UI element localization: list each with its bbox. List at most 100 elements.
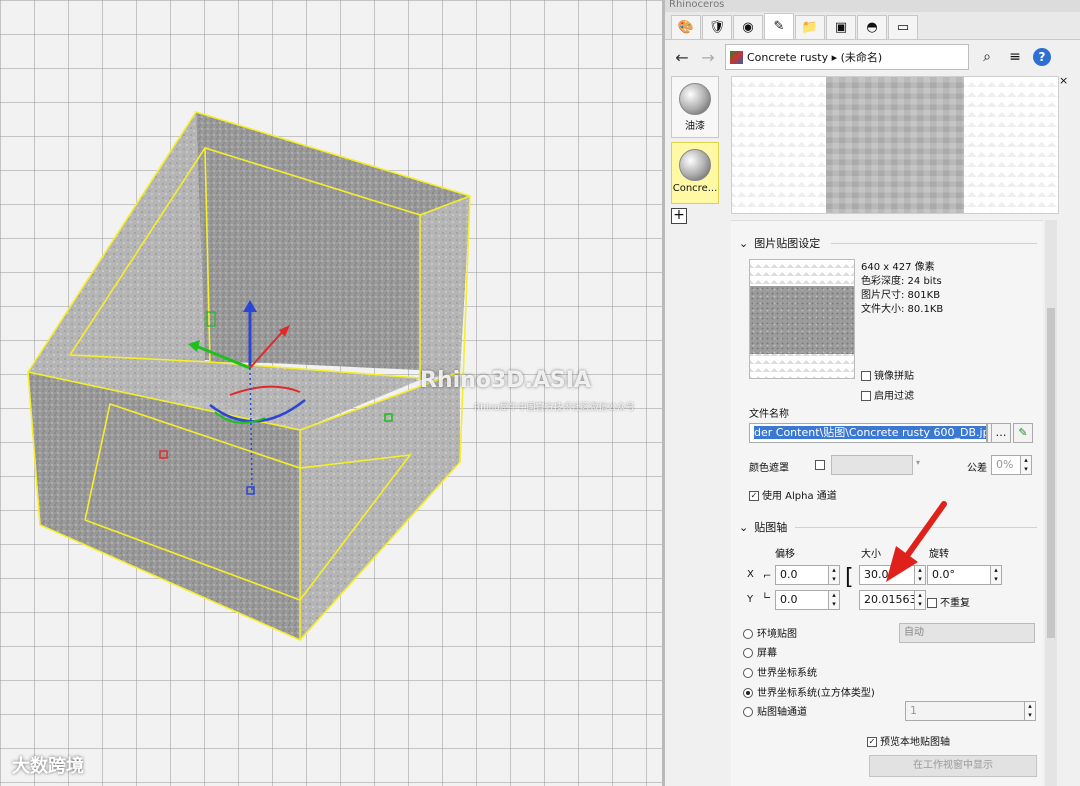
rotation-spinner[interactable]: ▴ ▾ (991, 565, 1002, 585)
alpha-option[interactable]: ✓ 使用 Alpha 通道 (749, 487, 837, 502)
radio-world-cube-option[interactable]: 世界坐标系统(立方体类型) (743, 684, 875, 699)
filter-label: 启用过滤 (874, 391, 914, 402)
offset-y-spinner[interactable]: ▴ ▾ (829, 590, 840, 610)
close-icon[interactable]: × (1059, 74, 1068, 87)
file-name-field[interactable]: der Content\贴图\Concrete rusty 600_DB.jpg (749, 423, 987, 443)
material-icon[interactable]: 🛡 (702, 15, 732, 39)
tolerance-field[interactable]: 0% (991, 455, 1021, 475)
footer-logo: 大数跨境 (12, 756, 84, 777)
no-repeat-label: 不重复 (940, 598, 970, 609)
radio-world-cube[interactable] (743, 688, 753, 698)
radio-world-label: 世界坐标系统 (757, 668, 817, 679)
radio-channel-option[interactable]: 贴图轴通道 (743, 703, 807, 718)
size-x-spinner[interactable]: ▴ ▾ (915, 565, 926, 585)
image-color-depth: 色彩深度: 24 bits (861, 276, 942, 287)
material-panel: Rhinoceros 🎨 🛡 ◉ ✎ 📁 ▣ ◓ ▭ ← → Concrete … (662, 0, 1080, 786)
breadcrumb[interactable]: Concrete rusty ▸ (未命名) (725, 44, 969, 70)
right-wall (420, 196, 470, 380)
nav-bar: ← → Concrete rusty ▸ (未命名) ⌕ ≡ ? (665, 40, 1080, 74)
channel-field[interactable]: 1 (905, 701, 1025, 721)
image-size: 图片尺寸: 801KB (861, 290, 941, 301)
color-mask-checkbox[interactable] (815, 460, 825, 470)
environment-icon[interactable]: ◉ (733, 15, 763, 39)
radio-channel-label: 贴图轴通道 (757, 707, 807, 718)
texture-icon[interactable]: ✎ (764, 13, 794, 39)
color-icon[interactable]: 🎨 (671, 15, 701, 39)
watermark: Rhino3D.ASIA (420, 368, 591, 393)
chevron-down-icon: ⌄ (739, 520, 749, 534)
material-item-paint[interactable]: 油漆 (671, 76, 719, 138)
no-repeat-option[interactable]: 不重复 (927, 594, 970, 609)
radio-env[interactable] (743, 629, 753, 639)
image-section-header[interactable]: ⌄ 图片贴图设定 (739, 235, 820, 251)
material-item-concrete[interactable]: Concre... (671, 142, 719, 204)
material-list: 油漆 Concre... + (671, 76, 725, 224)
offset-x-field[interactable]: 0.0 (775, 565, 829, 585)
3d-viewport[interactable]: Rhino3D.ASIA Rhino犀牛中国官方技术社区微信公众号 大数跨境 (0, 0, 662, 786)
radio-screen-option[interactable]: 屏幕 (743, 644, 777, 659)
material-sphere-icon (679, 83, 711, 115)
file-name-value: der Content\贴图\Concrete rusty 600_DB.jpg (754, 426, 986, 439)
ground-icon[interactable]: ◓ (857, 15, 887, 39)
material-sphere-icon (679, 149, 711, 181)
size-x-field[interactable]: 30.0 (859, 565, 915, 585)
link-top-icon: ⌐ (763, 571, 772, 582)
image-thumbnail (749, 259, 855, 379)
scrollbar-thumb[interactable] (1047, 308, 1055, 638)
settings-scrollbar[interactable] (1045, 220, 1057, 786)
rotation-label: 旋转 (929, 549, 949, 560)
browse-button[interactable]: … (991, 423, 1011, 443)
radio-screen[interactable] (743, 648, 753, 658)
add-material-button[interactable]: + (671, 208, 687, 224)
mirror-tile-checkbox[interactable] (861, 371, 871, 381)
alpha-label: 使用 Alpha 通道 (762, 491, 837, 502)
alpha-checkbox[interactable]: ✓ (749, 491, 759, 501)
radio-env-label: 环境贴图 (757, 629, 797, 640)
forward-arrow-icon[interactable]: → (699, 48, 717, 67)
offset-x-spinner[interactable]: ▴ ▾ (829, 565, 840, 585)
color-mask-label: 颜色遮罩 (749, 463, 789, 474)
libraries-icon[interactable]: 📁 (795, 15, 825, 39)
back-arrow-icon[interactable]: ← (673, 48, 691, 67)
material-label: 油漆 (685, 121, 705, 132)
show-in-viewport-button[interactable]: 在工作视窗中显示 (869, 755, 1037, 777)
mapping-section-header[interactable]: ⌄ 贴图轴 (739, 519, 787, 535)
auto-dropdown[interactable]: 自动 (899, 623, 1035, 643)
mirror-tile-option[interactable]: 镜像拼贴 (861, 367, 914, 382)
color-mask-swatch[interactable] (831, 455, 913, 475)
channel-spinner[interactable]: ▴ ▾ (1025, 701, 1036, 721)
display-icon[interactable]: ▭ (888, 15, 918, 39)
filter-checkbox[interactable] (861, 391, 871, 401)
tolerance-label: 公差 (967, 463, 987, 474)
sun-icon[interactable]: ▣ (826, 15, 856, 39)
radio-world-option[interactable]: 世界坐标系统 (743, 664, 817, 679)
no-repeat-checkbox[interactable] (927, 598, 937, 608)
size-y-spinner[interactable]: ▴ ▾ (915, 590, 926, 610)
color-mask-dropdown-icon[interactable]: ▾ (916, 458, 920, 467)
radio-world[interactable] (743, 668, 753, 678)
viewport-canvas (27, 111, 471, 641)
breadcrumb-sub: (未命名) (840, 51, 883, 64)
edit-icon[interactable]: ✎ (1013, 423, 1033, 443)
offset-label: 偏移 (775, 549, 795, 560)
breadcrumb-arrow-icon: ▸ (828, 50, 841, 64)
image-resolution: 640 x 427 像素 (861, 262, 935, 273)
image-section-title: 图片贴图设定 (754, 237, 821, 250)
radio-channel[interactable] (743, 707, 753, 717)
preview-local-checkbox[interactable]: ✓ (867, 737, 877, 747)
help-icon[interactable]: ? (1033, 48, 1051, 66)
offset-y-field[interactable]: 0.0 (775, 590, 829, 610)
rotation-field[interactable]: 0.0° (927, 565, 991, 585)
radio-env-option[interactable]: 环境贴图 (743, 625, 797, 640)
size-label: 大小 (861, 549, 881, 560)
size-y-field[interactable]: 20.01563 (859, 590, 915, 610)
file-name-label: 文件名称 (749, 409, 789, 420)
tolerance-spinner[interactable]: ▴ ▾ (1021, 455, 1032, 475)
filter-option[interactable]: 启用过滤 (861, 387, 914, 402)
radio-screen-label: 屏幕 (757, 648, 777, 659)
search-icon[interactable]: ⌕ (977, 49, 997, 65)
preview-local-option[interactable]: ✓ 预览本地贴图轴 (867, 733, 950, 748)
menu-icon[interactable]: ≡ (1005, 49, 1025, 65)
material-label: Concre... (672, 183, 718, 194)
size-lock-icon[interactable]: [ (845, 567, 854, 589)
